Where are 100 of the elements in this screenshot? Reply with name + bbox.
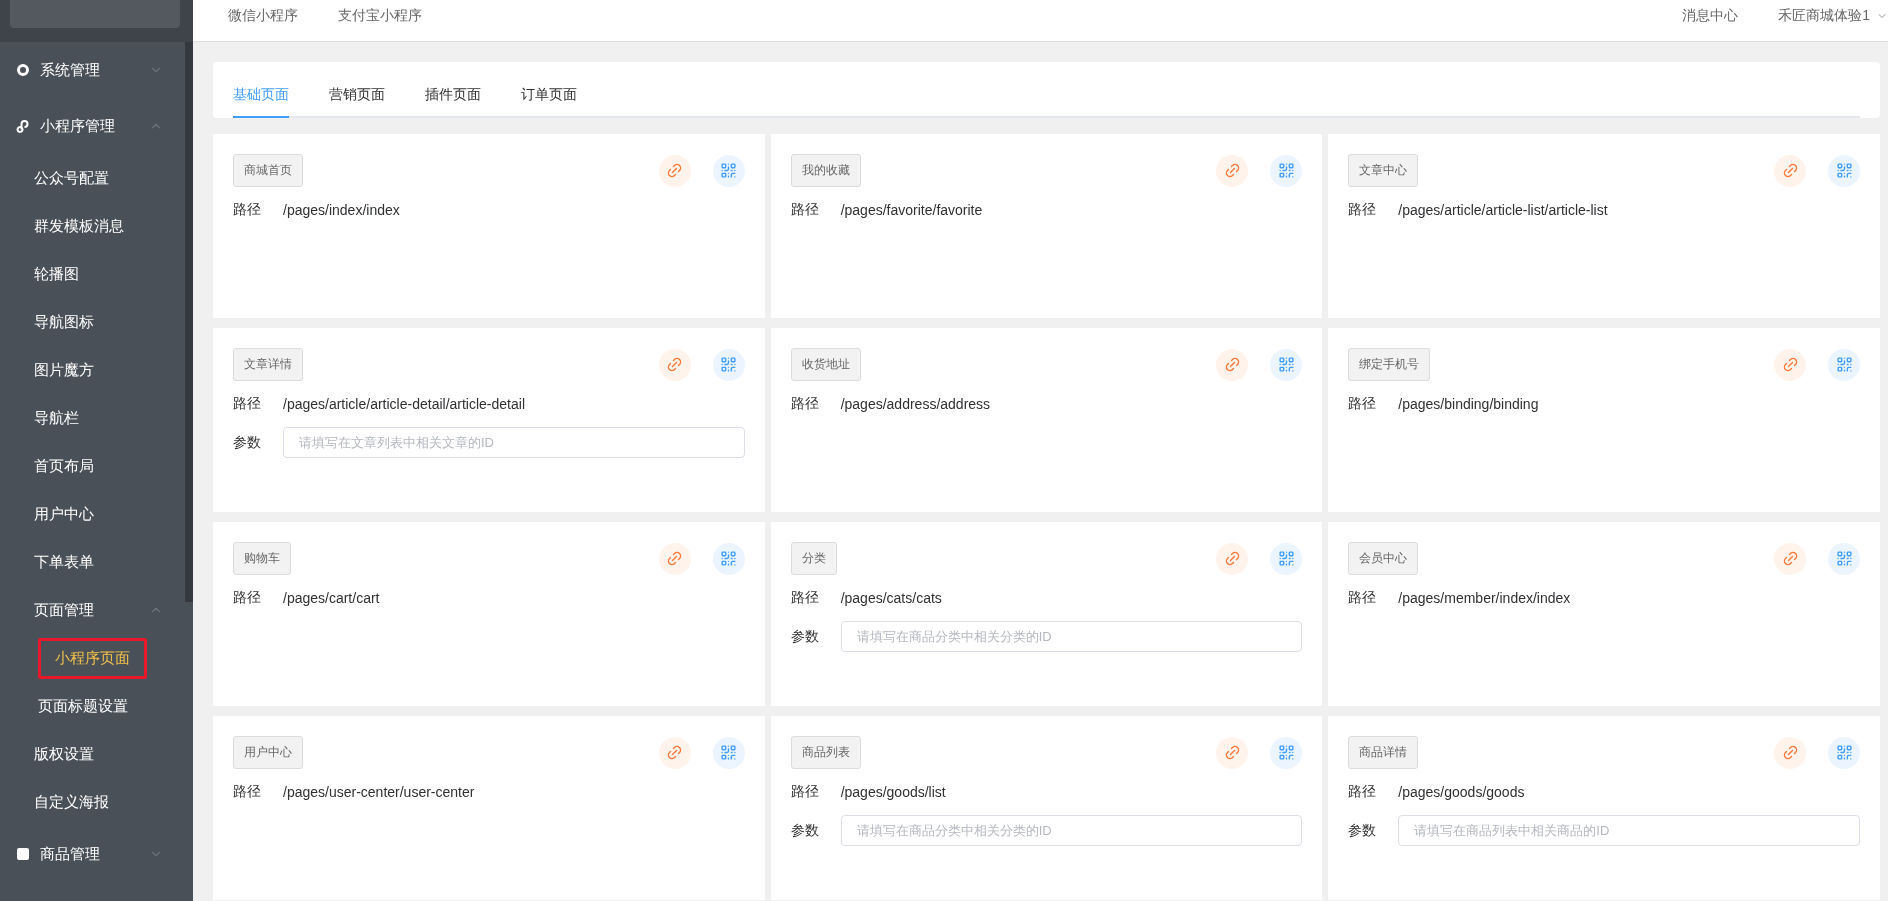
qr-code-icon bbox=[1277, 356, 1295, 373]
path-label: 路径 bbox=[1348, 201, 1378, 219]
user-name[interactable]: 禾匠商城体验1 bbox=[1778, 6, 1870, 25]
top-nav-link[interactable]: 微信小程序 bbox=[228, 6, 298, 25]
sidebar-item[interactable]: 页面标题设置 bbox=[0, 682, 185, 730]
page-title-tag: 商品列表 bbox=[790, 736, 861, 769]
sidebar-item[interactable]: 用户中心 bbox=[0, 490, 185, 538]
page-path: /pages/cats/cats bbox=[840, 590, 942, 606]
sidebar-item[interactable]: 页面管理 bbox=[0, 586, 185, 634]
qr-code-button[interactable] bbox=[712, 542, 745, 575]
sidebar-item[interactable]: 系统管理 bbox=[0, 42, 185, 98]
path-label: 路径 bbox=[233, 589, 262, 607]
sidebar-item[interactable]: 首页布局 bbox=[0, 442, 185, 490]
qr-code-button[interactable] bbox=[1270, 154, 1303, 187]
sidebar-item[interactable]: 轮播图 bbox=[0, 250, 185, 298]
sidebar-item[interactable]: 下单表单 bbox=[0, 538, 185, 586]
param-label: 参数 bbox=[790, 821, 820, 840]
path-label: 路径 bbox=[790, 589, 820, 607]
path-label: 路径 bbox=[790, 201, 820, 219]
page-path: /pages/cart/cart bbox=[283, 590, 380, 606]
page-path: /pages/article/article-detail/article-detail bbox=[283, 396, 525, 412]
qr-code-icon bbox=[1835, 162, 1853, 179]
qr-code-button[interactable] bbox=[1270, 348, 1303, 381]
path-label: 路径 bbox=[790, 395, 820, 413]
link-button[interactable] bbox=[1216, 736, 1249, 769]
link-button[interactable] bbox=[658, 736, 691, 769]
path-label: 路径 bbox=[233, 783, 262, 801]
page-path: /pages/index/index bbox=[283, 202, 400, 218]
param-label: 参数 bbox=[233, 433, 262, 452]
page-title-tag: 文章中心 bbox=[1348, 154, 1419, 187]
sidebar-item[interactable]: 公众号配置 bbox=[0, 154, 185, 202]
link-button[interactable] bbox=[1216, 348, 1249, 381]
link-button[interactable] bbox=[1216, 542, 1249, 575]
qr-code-button[interactable] bbox=[1828, 542, 1860, 575]
sidebar-item[interactable]: 商品管理 bbox=[0, 826, 185, 882]
link-button[interactable] bbox=[658, 348, 691, 381]
path-label: 路径 bbox=[1348, 589, 1378, 607]
sidebar-item[interactable]: 群发模板消息 bbox=[0, 202, 185, 250]
page-path: /pages/article/article-list/article-list bbox=[1398, 202, 1608, 218]
sidebar-item[interactable]: 导航图标 bbox=[0, 298, 185, 346]
page-path: /pages/user-center/user-center bbox=[283, 784, 475, 800]
link-button[interactable] bbox=[1774, 154, 1806, 187]
link-button[interactable] bbox=[1774, 348, 1806, 381]
square-icon bbox=[16, 847, 30, 861]
top-nav-link[interactable]: 支付宝小程序 bbox=[338, 6, 422, 25]
param-input-field[interactable]: 请填写在文章列表中相关文章的ID bbox=[283, 427, 745, 458]
page-title-tag: 绑定手机号 bbox=[1348, 348, 1431, 381]
qr-code-button[interactable] bbox=[1828, 348, 1860, 381]
qr-code-icon bbox=[720, 356, 738, 373]
qr-code-button[interactable] bbox=[1828, 154, 1860, 187]
qr-code-button[interactable] bbox=[1270, 736, 1303, 769]
page-path: /pages/member/index/index bbox=[1398, 590, 1571, 606]
page-title-tag: 会员中心 bbox=[1348, 542, 1419, 575]
sidebar-item[interactable]: 版权设置 bbox=[0, 730, 185, 778]
param-input-field[interactable]: 请填写在商品分类中相关分类的ID bbox=[840, 815, 1303, 846]
tab[interactable]: 订单页面 bbox=[521, 86, 577, 118]
qr-code-button[interactable] bbox=[712, 736, 745, 769]
param-input-field[interactable]: 请填写在商品列表中相关商品的ID bbox=[1398, 815, 1860, 846]
page-path: /pages/favorite/favorite bbox=[840, 202, 983, 218]
page-title-tag: 商品详情 bbox=[1348, 736, 1419, 769]
page-path: /pages/goods/goods bbox=[1398, 784, 1525, 800]
sidebar-item[interactable]: 小程序管理 bbox=[0, 98, 185, 154]
qr-code-icon bbox=[720, 162, 738, 179]
path-label: 路径 bbox=[1348, 395, 1378, 413]
sidebar-item[interactable]: 图片魔方 bbox=[0, 346, 185, 394]
tab[interactable]: 营销页面 bbox=[329, 86, 385, 118]
qr-code-icon bbox=[1835, 744, 1853, 761]
ring-icon bbox=[16, 63, 30, 77]
page-title-tag: 收货地址 bbox=[790, 348, 861, 381]
page-path: /pages/goods/list bbox=[840, 784, 946, 800]
page-title-tag: 文章详情 bbox=[233, 348, 303, 381]
qr-code-icon bbox=[720, 744, 738, 761]
link-button[interactable] bbox=[1774, 736, 1806, 769]
qr-code-icon bbox=[1835, 550, 1853, 567]
qr-code-icon bbox=[1277, 744, 1295, 761]
link-button[interactable] bbox=[1216, 154, 1249, 187]
page-title-tag: 商城首页 bbox=[233, 154, 303, 187]
message-center-link[interactable]: 消息中心 bbox=[1682, 6, 1739, 25]
qr-code-button[interactable] bbox=[1828, 736, 1860, 769]
scrollbar-thumb[interactable] bbox=[185, 42, 193, 602]
link-curl-icon bbox=[16, 119, 30, 133]
page-title-tag: 我的收藏 bbox=[790, 154, 861, 187]
link-button[interactable] bbox=[1774, 542, 1806, 575]
link-button[interactable] bbox=[658, 154, 691, 187]
param-input-field[interactable]: 请填写在商品分类中相关分类的ID bbox=[840, 621, 1303, 652]
qr-code-button[interactable] bbox=[712, 154, 745, 187]
param-label: 参数 bbox=[1348, 821, 1378, 840]
page-path: /pages/binding/binding bbox=[1398, 396, 1539, 412]
page-title-tag: 用户中心 bbox=[233, 736, 303, 769]
path-label: 路径 bbox=[233, 201, 262, 219]
qr-code-button[interactable] bbox=[1270, 542, 1303, 575]
sidebar-item[interactable]: 自定义海报 bbox=[0, 778, 185, 826]
link-button[interactable] bbox=[658, 542, 691, 575]
qr-code-button[interactable] bbox=[712, 348, 745, 381]
qr-code-icon bbox=[1277, 550, 1295, 567]
qr-code-icon bbox=[720, 550, 738, 567]
path-label: 路径 bbox=[790, 783, 820, 801]
param-label: 参数 bbox=[790, 627, 820, 646]
sidebar-item[interactable]: 导航栏 bbox=[0, 394, 185, 442]
tab[interactable]: 插件页面 bbox=[425, 86, 481, 118]
